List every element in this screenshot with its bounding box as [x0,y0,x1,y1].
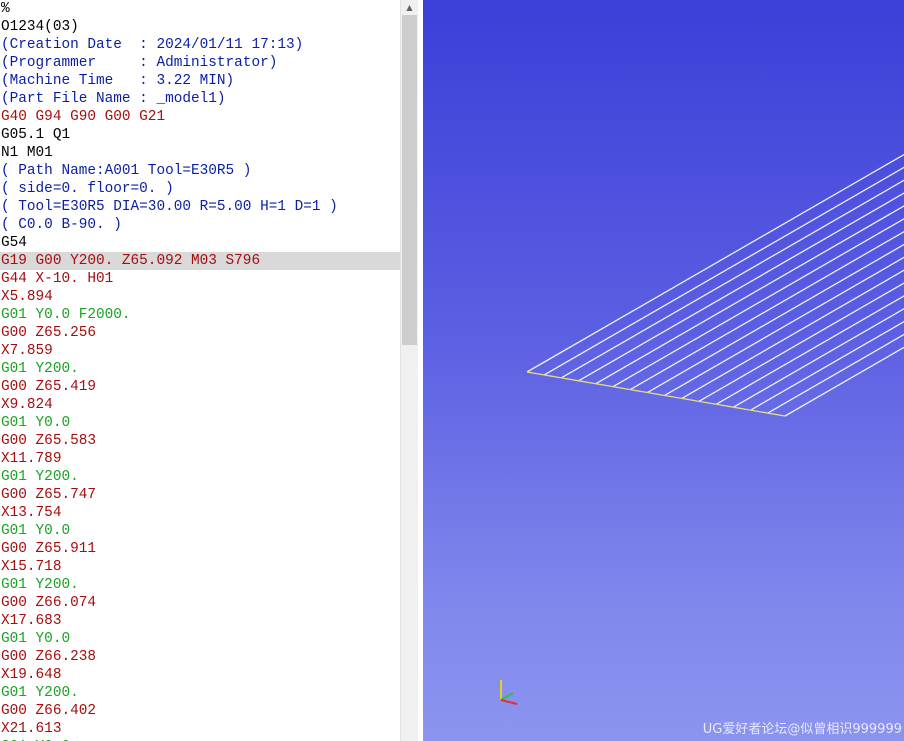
nc-code-editor[interactable]: % O1234(03) (Creation Date : 2024/01/11 17… [0,0,400,741]
nc-code-line[interactable]: N1 M01 [0,144,400,162]
editor-vertical-scrollbar[interactable]: ▲ [400,0,418,741]
nc-code-line[interactable]: G00 Z65.256 [0,324,400,342]
toolpath-stepover-line [526,371,545,376]
nc-code-line[interactable]: G01 Y0.0 F2000. [0,306,400,324]
nc-code-line[interactable]: G05.1 Q1 [0,126,400,144]
nc-code-line[interactable]: (Programmer : Administrator) [0,54,400,72]
nc-code-line[interactable]: ( Path Name:A001 Tool=E30R5 ) [0,162,400,180]
nc-code-line[interactable]: X9.824 [0,396,400,414]
toolpath-stepover-line [561,377,579,382]
toolpath-stepover-line [612,386,631,391]
nc-code-line[interactable]: G00 Z66.402 [0,702,400,720]
toolpath-stepover-line [733,406,751,411]
nc-code-line[interactable]: X19.648 [0,666,400,684]
toolpath-stepover-line [767,412,786,417]
toolpath-canvas [500,153,904,705]
nc-code-line[interactable]: G01 Y0.0 [0,414,400,432]
nc-code-line[interactable]: ( side=0. floor=0. ) [0,180,400,198]
toolpath-cut-line [715,295,904,405]
toolpath-stepover-line [544,374,562,379]
toolpath-3d-viewport[interactable]: UG爱好者论坛@似曾相识999999 [423,0,904,741]
nc-code-line[interactable]: X15.718 [0,558,400,576]
nc-code-line[interactable]: G01 Y200. [0,684,400,702]
axis-triad-icon [500,680,518,705]
toolpath-stepover-line [716,403,734,408]
scroll-up-arrow-icon[interactable]: ▲ [401,0,418,15]
toolpath-cut-line [647,243,904,394]
toolpath-cut-line [543,166,904,376]
nc-code-line[interactable]: ( Tool=E30R5 DIA=30.00 R=5.00 H=1 D=1 ) [0,198,400,216]
nc-code-line[interactable]: X7.859 [0,342,400,360]
nc-code-line[interactable]: G01 Y200. [0,360,400,378]
toolpath-stepover-line [698,400,717,405]
nc-code-line[interactable]: G01 Y200. [0,468,400,486]
nc-code-line[interactable]: X17.683 [0,612,400,630]
nc-code-line[interactable]: G54 [0,234,400,252]
scrollbar-thumb[interactable] [402,15,417,345]
toolpath-stepover-line [681,397,700,402]
nc-code-line[interactable]: G01 Y0.0 [0,630,400,648]
toolpath-cut-line [526,153,904,373]
nc-code-line[interactable]: G00 Z66.238 [0,648,400,666]
nc-code-line[interactable]: (Machine Time : 3.22 MIN) [0,72,400,90]
nc-code-line[interactable]: G00 Z65.583 [0,432,400,450]
toolpath-stepover-line [664,394,682,400]
watermark-text: UG爱好者论坛@似曾相识999999 [702,722,902,737]
toolpath-cut-line [595,205,904,385]
nc-code-line[interactable]: G00 Z65.747 [0,486,400,504]
nc-code-line[interactable]: (Part File Name : _model1) [0,90,400,108]
nc-code-line[interactable]: O1234(03) [0,18,400,36]
toolpath-cut-line [664,256,904,397]
toolpath-stepover-line [750,409,768,414]
nc-code-line-current[interactable]: G19 G00 Y200. Z65.092 M03 S796 [0,252,400,270]
nc-code-line[interactable]: X5.894 [0,288,400,306]
nc-code-line[interactable]: X13.754 [0,504,400,522]
nc-code-line[interactable]: G00 Z66.074 [0,594,400,612]
nc-code-line[interactable]: G40 G94 G90 G00 G21 [0,108,400,126]
toolpath-stepover-line [630,388,648,394]
toolpath-stepover-line [647,391,665,397]
nc-code-line[interactable]: ( C0.0 B-90. ) [0,216,400,234]
toolpath-cut-line [767,333,904,414]
toolpath-stepover-line [578,380,596,385]
nc-code-line[interactable]: G01 Y200. [0,576,400,594]
nc-code-line[interactable]: G01 Y0.0 [0,522,400,540]
nc-code-line[interactable]: (Creation Date : 2024/01/11 17:13) [0,36,400,54]
nc-code-line[interactable]: G00 Z65.911 [0,540,400,558]
toolpath-stepover-line [595,383,614,388]
nc-code-line[interactable]: G44 X-10. H01 [0,270,400,288]
nc-code-line[interactable]: X11.789 [0,450,400,468]
nc-code-line[interactable]: G00 Z65.419 [0,378,400,396]
nc-code-line[interactable]: X21.613 [0,720,400,738]
toolpath-cut-line [561,179,904,379]
nc-code-line[interactable]: % [0,0,400,18]
